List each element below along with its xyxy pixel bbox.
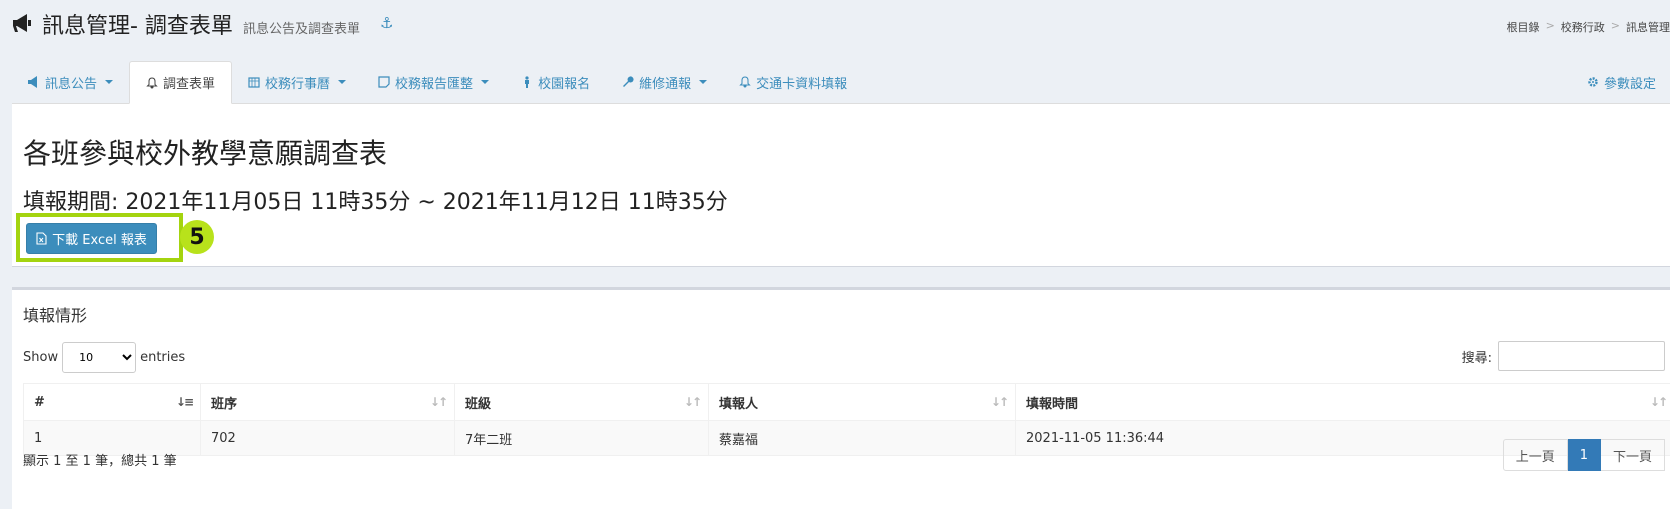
tab-repairs[interactable]: 維修通報: [606, 61, 723, 103]
table-info: 顯示 1 至 1 筆，總共 1 筆: [23, 454, 177, 469]
cell-class: 7年二班: [454, 420, 709, 456]
page-header: 訊息管理- 調查表單 訊息公告及調查表單 ⚓: [12, 8, 393, 39]
survey-box: 各班參與校外教學意願調查表 填報期間: 2021年11月05日 11時35分 ~…: [12, 104, 1670, 267]
megaphone-icon: [13, 14, 31, 32]
survey-period: 填報期間: 2021年11月05日 11時35分 ~ 2021年11月12日 1…: [23, 190, 728, 215]
prev-page-button[interactable]: 上一頁: [1502, 439, 1568, 471]
breadcrumb-home[interactable]: 根目錄: [1507, 19, 1540, 35]
bell-icon: [146, 76, 158, 88]
download-excel-button[interactable]: 下載 Excel 報表: [26, 223, 157, 254]
wrench-icon: [623, 76, 634, 87]
breadcrumb: 根目錄 > 校務行政 > 訊息管理: [1506, 19, 1670, 35]
col-class[interactable]: 班級 ↓↑: [454, 383, 709, 421]
page-subtitle: 訊息公告及調查表單: [242, 22, 360, 37]
search-input[interactable]: [1498, 341, 1665, 371]
pagination: 上一頁 1 下一頁: [1502, 439, 1665, 471]
calendar-icon: [248, 77, 260, 88]
chevron-down-icon: [338, 80, 347, 84]
tab-surveys[interactable]: 調查表單: [129, 61, 233, 104]
breadcrumb-admin[interactable]: 校務行政: [1561, 19, 1605, 35]
tab-calendar[interactable]: 校務行事曆: [232, 61, 362, 103]
report-table: # ↓≡ 班序 ↓↑ 班級 ↓↑ 填報人 ↓↑ 填報時間 ↓↑ 1 702 7年二班 蔡嘉…: [23, 383, 1670, 456]
col-index[interactable]: # ↓≡: [23, 383, 201, 421]
search-control: 搜尋:: [1462, 341, 1665, 371]
next-page-button[interactable]: 下一頁: [1600, 439, 1665, 471]
tab-settings[interactable]: 參數設定: [1571, 61, 1670, 103]
breadcrumb-current: 訊息管理: [1626, 21, 1670, 34]
gear-icon: [1588, 77, 1598, 87]
cell-class-order: 702: [200, 420, 455, 456]
sort-icon: ↓↑: [1649, 395, 1668, 409]
chevron-down-icon: [481, 80, 490, 84]
sort-asc-icon: ↓≡: [175, 395, 194, 409]
page-title: 訊息管理- 調查表單: [42, 14, 233, 39]
report-title: 填報情形: [23, 306, 88, 325]
tab-bar: 訊息公告 調查表單 校務行事曆 校務報告匯整 校園報名 維修通報 交通卡資料填報…: [12, 61, 1670, 104]
file-excel-icon: [36, 232, 47, 245]
bell-icon: [739, 76, 751, 88]
tab-transport-card[interactable]: 交通卡資料填報: [723, 61, 863, 103]
sort-icon: ↓↑: [429, 395, 448, 409]
cell-reporter: 蔡嘉福: [708, 420, 1016, 456]
chevron-down-icon: [105, 80, 114, 84]
table-row: 1 702 7年二班 蔡嘉福 2021-11-05 11:36:44: [23, 420, 1670, 456]
col-reporter[interactable]: 填報人 ↓↑: [708, 383, 1016, 421]
col-report-time[interactable]: 填報時間 ↓↑: [1015, 383, 1670, 421]
step-badge: 5: [180, 220, 214, 254]
chevron-down-icon: [699, 80, 708, 84]
tab-announcements[interactable]: 訊息公告: [12, 61, 129, 103]
megaphone-icon: [28, 76, 37, 88]
person-icon: [525, 76, 530, 88]
survey-title: 各班參與校外教學意願調查表: [23, 137, 388, 170]
page-1-button[interactable]: 1: [1567, 439, 1601, 471]
note-icon: [378, 76, 390, 88]
tab-registration[interactable]: 校園報名: [505, 61, 606, 103]
sort-icon: ↓↑: [683, 395, 702, 409]
page-length-control: Show 10 entries: [23, 342, 185, 373]
anchor-icon[interactable]: ⚓: [380, 14, 393, 32]
tab-school-reports[interactable]: 校務報告匯整: [362, 61, 505, 103]
page-length-select[interactable]: 10: [62, 342, 137, 373]
col-class-order[interactable]: 班序 ↓↑: [200, 383, 455, 421]
report-box: 填報情形 Show 10 entries 搜尋: # ↓≡ 班序 ↓↑ 班級 ↓↑ 填…: [12, 287, 1670, 509]
sort-icon: ↓↑: [990, 395, 1009, 409]
download-highlight: 下載 Excel 報表: [16, 213, 183, 262]
